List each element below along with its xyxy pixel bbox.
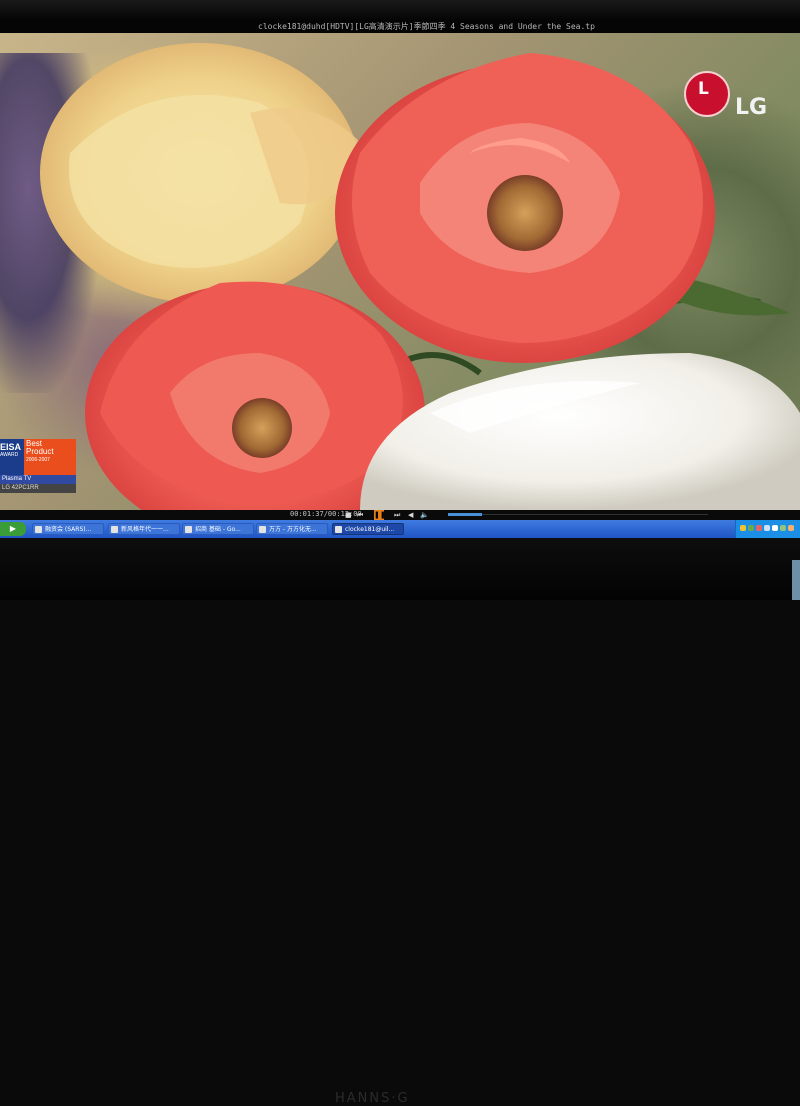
next-button[interactable]: ⏭ bbox=[394, 510, 400, 520]
award-line2: Product bbox=[26, 447, 54, 456]
player-title-bar[interactable]: clocke181@duhd[HDTV][LG高清演示片]季節四季 4 Seas… bbox=[0, 20, 800, 33]
lg-logo-glyph: L bbox=[698, 79, 709, 99]
windows-taskbar: ▶ 融资会 (SARS)... 新风格年代一一... 招商 基础 - Go... 万方… bbox=[0, 520, 800, 538]
tray-icon[interactable] bbox=[772, 525, 778, 531]
award-left-title: EISA bbox=[0, 442, 22, 452]
monitor-bezel-bottom: HANNS·G bbox=[0, 538, 800, 1106]
rewind-button[interactable]: ◀ bbox=[408, 510, 413, 520]
start-button[interactable]: ▶ bbox=[0, 522, 26, 536]
lg-brand-text: LG bbox=[735, 95, 768, 120]
eisa-award-badge: EISA AWARD Best Product 2006-2007 Plasma… bbox=[0, 439, 78, 495]
window-title: clocke181@duhd[HDTV][LG高清演示片]季節四季 4 Seas… bbox=[258, 22, 595, 31]
background-edge bbox=[792, 560, 800, 600]
tray-icon[interactable] bbox=[740, 525, 746, 531]
pause-button[interactable]: ❚❚ bbox=[374, 510, 386, 520]
stop-button[interactable]: ■ bbox=[345, 510, 352, 520]
award-model: LG 42PC1RR bbox=[0, 484, 76, 493]
roses-artwork bbox=[40, 43, 800, 510]
system-tray bbox=[735, 520, 800, 538]
award-category: Plasma TV bbox=[0, 475, 76, 484]
volume-icon[interactable]: 🔈 bbox=[420, 510, 429, 520]
white-rose bbox=[360, 353, 800, 510]
media-player-window[interactable]: clocke181@duhd[HDTV][LG高清演示片]季節四季 4 Seas… bbox=[0, 20, 800, 520]
tray-icon[interactable] bbox=[756, 525, 762, 531]
progress-track[interactable] bbox=[448, 514, 708, 515]
lg-logo-icon: L bbox=[684, 71, 730, 117]
yellow-rose bbox=[40, 43, 370, 303]
previous-button[interactable]: ⏮ bbox=[357, 510, 363, 520]
award-years: 2006-2007 bbox=[26, 457, 50, 463]
award-left-sub: AWARD bbox=[0, 452, 19, 458]
taskbar-button[interactable]: clocke181@uil... bbox=[332, 523, 404, 535]
upper-red-rose bbox=[335, 53, 715, 363]
player-control-bar: 00:01:37/00:12:00 ■ ⏮ ❚❚ ⏭ ◀ 🔈 bbox=[0, 510, 800, 520]
taskbar-button[interactable]: 万方 - 万方化无... bbox=[256, 523, 328, 535]
monitor-bezel-top bbox=[0, 0, 800, 20]
taskbar-button[interactable]: 融资会 (SARS)... bbox=[32, 523, 104, 535]
tray-icon[interactable] bbox=[764, 525, 770, 531]
video-frame[interactable]: L LG EISA AWARD Best Product 2006-2007 P… bbox=[0, 33, 800, 510]
taskbar-button[interactable]: 新风格年代一一... bbox=[108, 523, 180, 535]
monitor-brand-label: HANNS·G bbox=[335, 1091, 410, 1106]
taskbar-button[interactable]: 招商 基础 - Go... bbox=[182, 523, 254, 535]
tray-icon[interactable] bbox=[788, 525, 794, 531]
tray-icon[interactable] bbox=[780, 525, 786, 531]
award-right-block: Best Product 2006-2007 bbox=[24, 439, 76, 475]
award-left-block: EISA AWARD bbox=[0, 439, 24, 475]
progress-bar[interactable] bbox=[448, 513, 482, 516]
tray-icon[interactable] bbox=[748, 525, 754, 531]
